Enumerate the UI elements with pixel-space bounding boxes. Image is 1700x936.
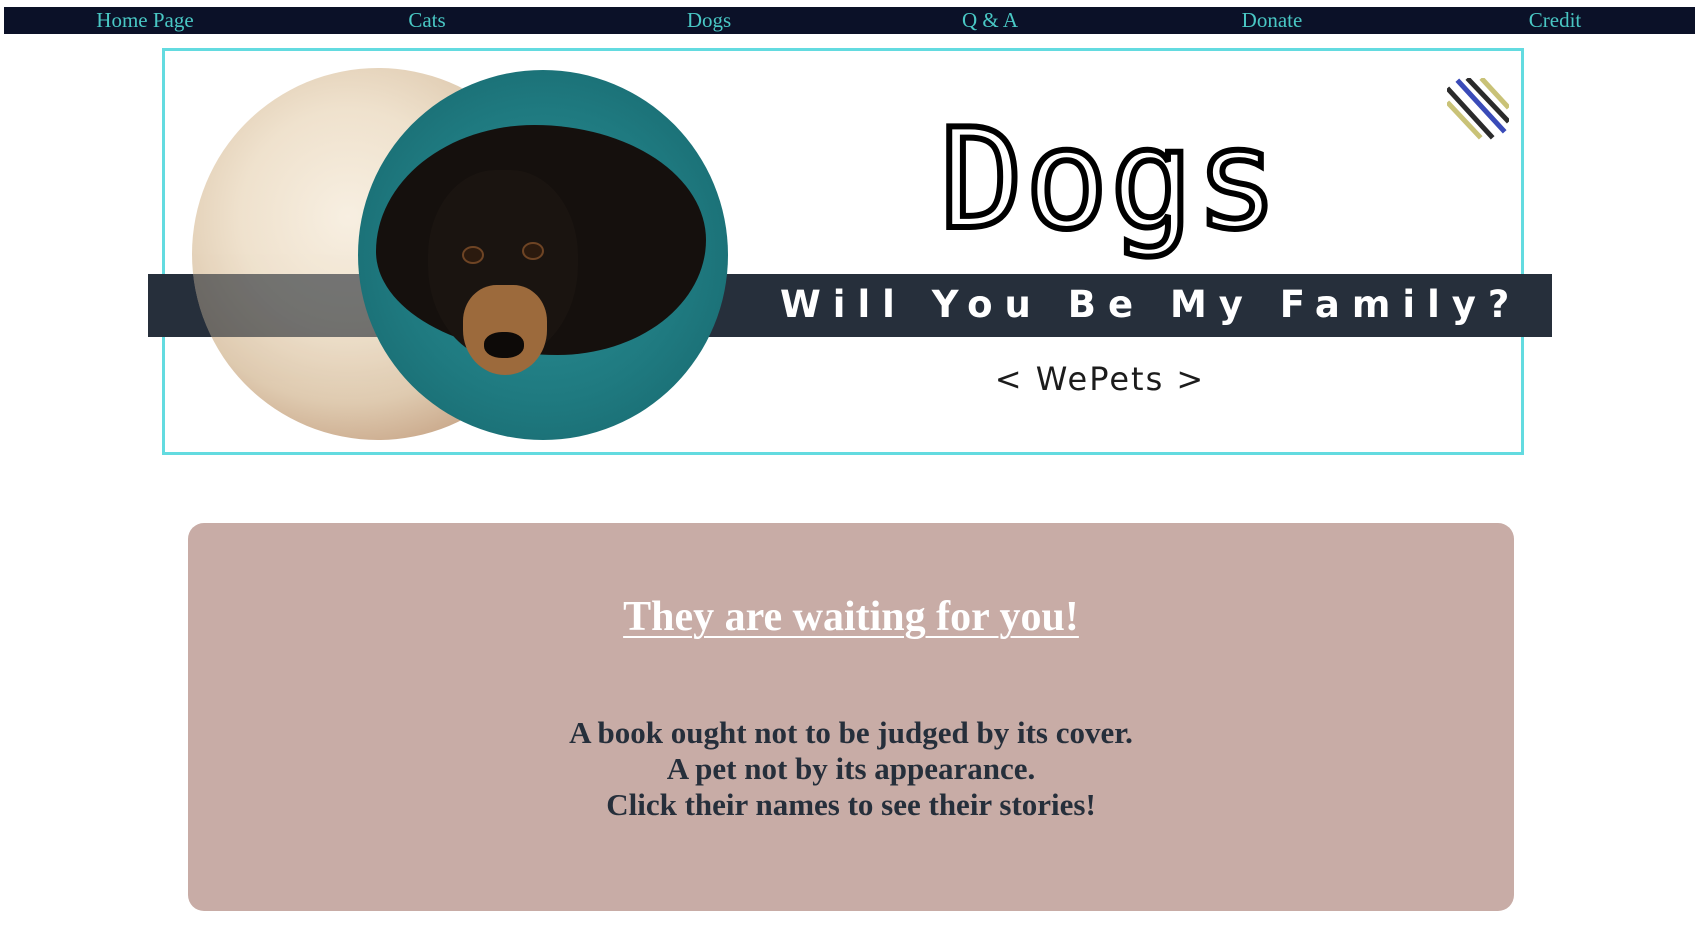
dog-nose-shape xyxy=(484,332,524,358)
dog-eye-left xyxy=(462,246,484,264)
card-line: A book ought not to be judged by its cov… xyxy=(569,715,1133,750)
info-card: They are waiting for you! A book ought n… xyxy=(188,523,1514,911)
card-text-block: A book ought not to be judged by its cov… xyxy=(188,715,1514,823)
striped-diagonal-icon xyxy=(1447,78,1509,140)
card-line: Click their names to see their stories! xyxy=(606,787,1096,822)
nav-link-cats[interactable]: Cats xyxy=(327,7,527,34)
nav-link-dogs[interactable]: Dogs xyxy=(609,7,809,34)
nav-link-donate[interactable]: Donate xyxy=(1172,7,1372,34)
banner-brand: < WePets > xyxy=(994,360,1206,398)
banner-title: Dogs xyxy=(937,99,1281,260)
card-heading: They are waiting for you! xyxy=(623,594,1079,640)
banner-tagline: Will You Be My Family? xyxy=(780,283,1522,326)
nav-link-credit[interactable]: Credit xyxy=(1455,7,1655,34)
dog-snout-shape xyxy=(463,285,547,375)
top-nav-bar: Home Page Cats Dogs Q & A Donate Credit xyxy=(4,7,1695,34)
nav-link-qa[interactable]: Q & A xyxy=(890,7,1090,34)
card-line: A pet not by its appearance. xyxy=(666,751,1036,786)
banner-photo-dachshund xyxy=(358,70,728,440)
nav-link-home[interactable]: Home Page xyxy=(45,7,245,34)
dog-eye-right xyxy=(522,242,544,260)
